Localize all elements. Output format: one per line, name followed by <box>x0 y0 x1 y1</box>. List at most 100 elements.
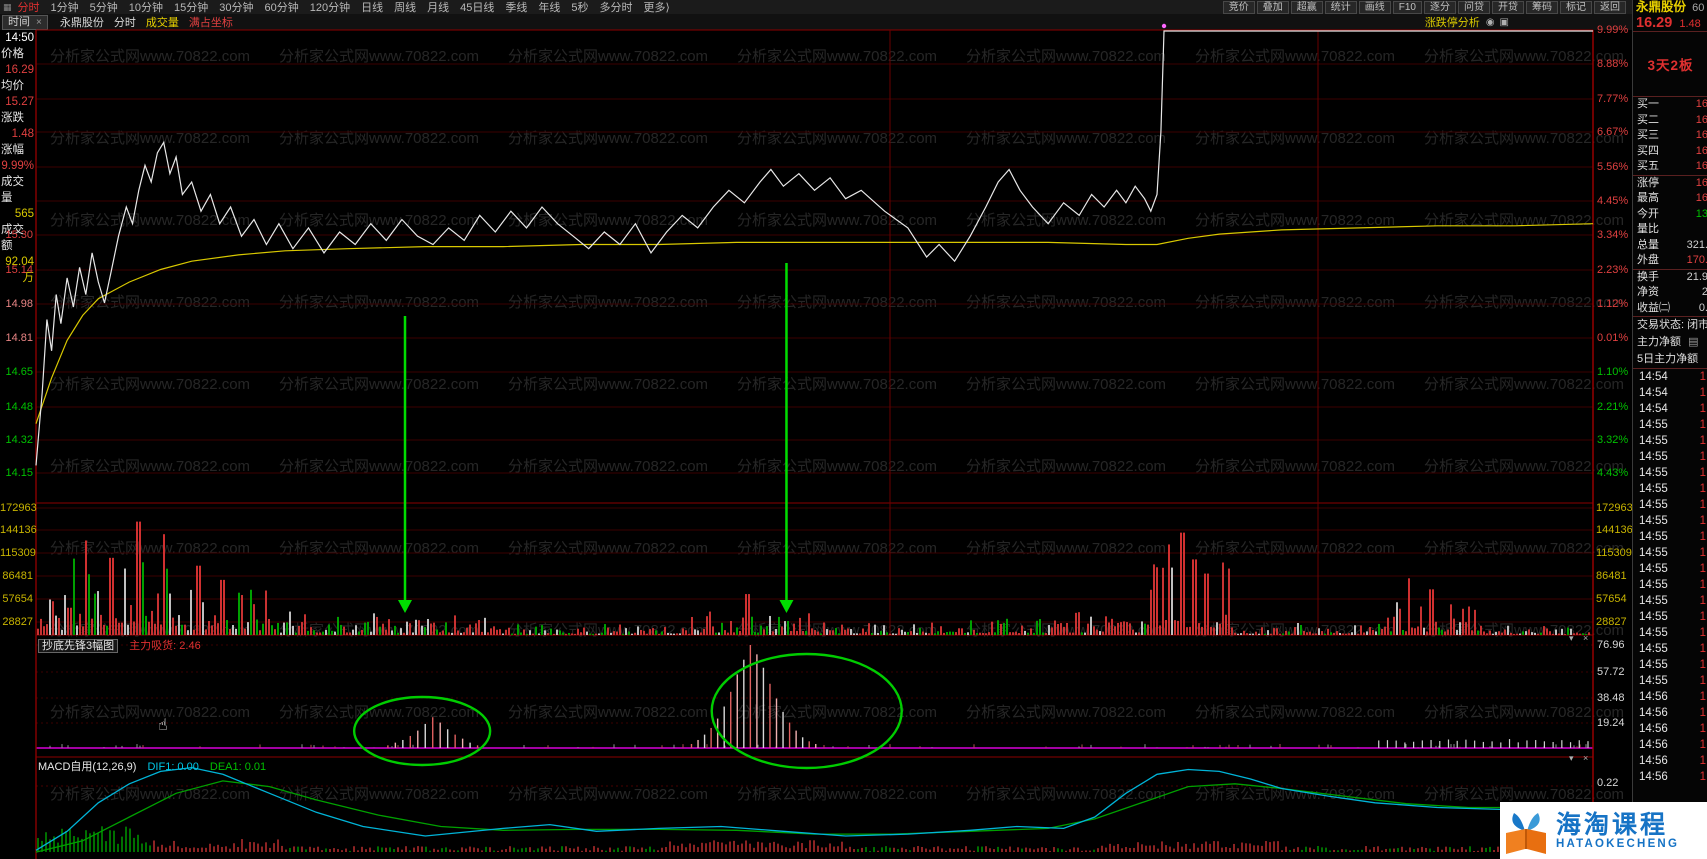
indicator-close-icon[interactable]: × <box>1583 633 1588 643</box>
tick-row[interactable]: 14:56 1 <box>1633 753 1707 769</box>
tick-row[interactable]: 14:55 1 <box>1633 545 1707 561</box>
main-flow-row[interactable]: 主力净额 ▤ <box>1633 334 1707 351</box>
sidebar-stock-name[interactable]: 永鼎股份 60 <box>1633 0 1707 15</box>
tick-value: 1 <box>1699 675 1706 687</box>
info-value: 15.27 <box>5 96 34 108</box>
flow5d-row[interactable]: 5日主力净额 <box>1633 351 1707 368</box>
macd-close-icon[interactable]: × <box>1583 753 1588 763</box>
price-axis-label: 14.15 <box>5 467 33 479</box>
indicator-collapse-icon[interactable]: ▾ <box>1569 633 1574 644</box>
info-value: 9.99% <box>1 160 34 172</box>
info-value: 1.48 <box>11 128 34 140</box>
board-tag-text: 3天2板 <box>1647 58 1694 73</box>
macd-name[interactable]: MACD自用(12,26,9) <box>38 761 136 773</box>
tick-row[interactable]: 14:55 1 <box>1633 593 1707 609</box>
tick-list[interactable]: 14:54 1 14:54 1 14:54 1 14:55 1 14:55 1 14:55 1 14:5… <box>1633 368 1707 785</box>
tick-row[interactable]: 14:55 1 <box>1633 641 1707 657</box>
percent-axis-label: 3.34% <box>1597 229 1629 241</box>
percent-axis-label: 3.32% <box>1597 434 1629 446</box>
percent-axis-label: 7.77% <box>1597 93 1629 105</box>
quote-row-value: 13 <box>1695 207 1707 220</box>
tick-time: 14:56 <box>1639 707 1668 719</box>
chart-canvas[interactable] <box>0 0 1707 859</box>
tick-row[interactable]: 14:54 1 <box>1633 385 1707 401</box>
tick-row[interactable]: 14:55 1 <box>1633 561 1707 577</box>
tick-row[interactable]: 14:55 1 <box>1633 481 1707 497</box>
tick-row[interactable]: 14:56 1 <box>1633 737 1707 753</box>
quote-row-value: 16 <box>1695 192 1707 204</box>
percent-axis-label: 4.43% <box>1597 467 1629 479</box>
logo-cn-text: 海淘课程 <box>1556 810 1669 839</box>
tick-row[interactable]: 14:54 1 <box>1633 401 1707 417</box>
percent-axis-label: 0.01% <box>1597 332 1629 344</box>
tick-time: 14:55 <box>1639 579 1668 591</box>
misc-row: 收益㈡ 0. <box>1633 301 1707 317</box>
percent-axis-label: 2.21% <box>1597 401 1629 413</box>
price-axis-label: 14.81 <box>5 332 33 344</box>
quote-row-label: 量比 <box>1637 223 1659 235</box>
tick-time: 14:55 <box>1639 467 1668 479</box>
price-axis-label: 15.14 <box>5 264 33 276</box>
tick-row[interactable]: 14:55 1 <box>1633 657 1707 673</box>
tick-value: 1 <box>1699 643 1706 655</box>
bid-row-value: 16 <box>1695 98 1707 110</box>
info-label: 涨幅 <box>1 144 24 156</box>
tick-row[interactable]: 14:55 1 <box>1633 497 1707 513</box>
quote-sidebar: 永鼎股份 60 16.29 1.48 3天2板 买一 16 买二 16 买三 16 买四 16… <box>1632 0 1707 859</box>
misc-row: 净资2 <box>1633 285 1707 301</box>
tick-time: 14:55 <box>1639 419 1668 431</box>
watermark-logo: 海淘课程 HATAOKECHENG <box>1500 802 1707 859</box>
bid-row-label: 买一 <box>1637 98 1659 110</box>
percent-axis-label: 1.10% <box>1597 366 1629 378</box>
price-axis-label: 14.32 <box>5 434 33 446</box>
tick-row[interactable]: 14:56 1 <box>1633 705 1707 721</box>
volume-axis-label-left: 57654 <box>2 593 33 605</box>
tick-value: 1 <box>1699 451 1706 463</box>
tick-value: 1 <box>1699 387 1706 399</box>
volume-axis-label-left: 172963 <box>0 502 37 514</box>
tick-value: 1 <box>1699 771 1706 783</box>
tick-value: 1 <box>1699 499 1706 511</box>
tick-time: 14:56 <box>1639 723 1668 735</box>
tick-row[interactable]: 14:55 1 <box>1633 529 1707 545</box>
bid-row-label: 买三 <box>1637 129 1659 141</box>
tick-row[interactable]: 14:56 1 <box>1633 769 1707 785</box>
tick-value: 1 <box>1699 691 1706 703</box>
quote-rows: 涨停 16 最高 16 今开 13 量比 总量 321. 外盘 170. <box>1633 174 1707 269</box>
tick-row[interactable]: 14:56 1 <box>1633 689 1707 705</box>
percent-axis-label: 8.88% <box>1597 58 1629 70</box>
tick-row[interactable]: 14:55 1 <box>1633 465 1707 481</box>
bid-row-label: 买二 <box>1637 113 1659 126</box>
indicator-axis-label: 57.72 <box>1597 666 1625 678</box>
macd-collapse-icon[interactable]: ▾ <box>1569 753 1574 764</box>
tick-row[interactable]: 14:55 1 <box>1633 513 1707 529</box>
tick-time: 14:55 <box>1639 515 1668 527</box>
volume-axis-label-right: 172963 <box>1596 502 1633 514</box>
tick-time: 14:55 <box>1639 563 1668 575</box>
bid-row-label: 买四 <box>1637 144 1659 157</box>
quote-row-label: 总量 <box>1637 238 1659 251</box>
volume-axis-label-right: 28827 <box>1596 616 1627 628</box>
indicator-axis-label: 38.48 <box>1597 692 1625 704</box>
tick-row[interactable]: 14:55 1 <box>1633 433 1707 449</box>
percent-axis-label: 6.67% <box>1597 126 1629 138</box>
tick-row[interactable]: 14:55 1 <box>1633 625 1707 641</box>
quote-row-label: 涨停 <box>1637 176 1659 189</box>
quote-row: 总量 321. <box>1633 238 1707 254</box>
tick-time: 14:55 <box>1639 659 1668 671</box>
tick-row[interactable]: 14:55 1 <box>1633 673 1707 689</box>
indicator-axis-label: 19.24 <box>1597 717 1625 729</box>
price-axis-label: 14.65 <box>5 366 33 378</box>
flow-detail-icon[interactable]: ▤ <box>1688 336 1698 348</box>
tick-row[interactable]: 14:55 1 <box>1633 417 1707 433</box>
tick-time: 14:54 <box>1639 371 1668 383</box>
tick-row[interactable]: 14:56 1 <box>1633 721 1707 737</box>
quote-row-value: 321. <box>1686 238 1707 251</box>
tick-row[interactable]: 14:55 1 <box>1633 449 1707 465</box>
tick-row[interactable]: 14:54 1 <box>1633 369 1707 385</box>
indicator-name[interactable]: 抄底先锋3幅图 <box>38 639 119 653</box>
tick-time: 14:54 <box>1639 403 1668 415</box>
tick-row[interactable]: 14:55 1 <box>1633 609 1707 625</box>
cursor-time-value: 14:50 <box>5 32 34 44</box>
tick-row[interactable]: 14:55 1 <box>1633 577 1707 593</box>
